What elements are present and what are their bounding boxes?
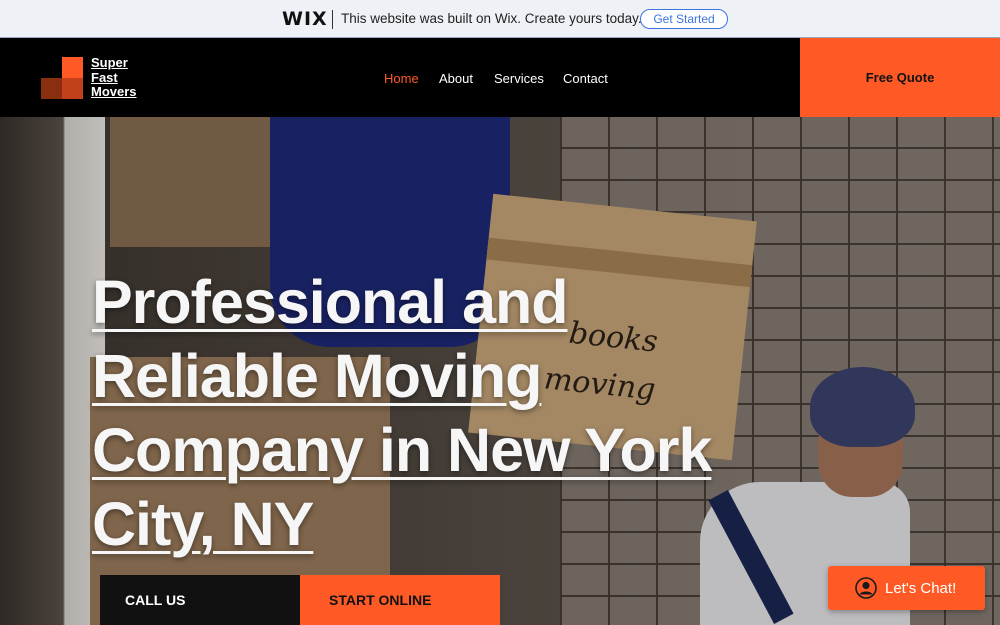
logo-line-3: Movers	[91, 84, 137, 99]
nav-item-about[interactable]: About	[439, 71, 473, 86]
wix-banner-message: This website was built on Wix. Create yo…	[341, 11, 642, 26]
user-icon	[855, 577, 877, 599]
logo-icon[interactable]	[41, 57, 83, 99]
headline-line-2: Reliable Moving	[92, 342, 542, 410]
hero-headline[interactable]: Professional and Reliable Moving Company…	[92, 265, 792, 561]
nav-item-contact[interactable]: Contact	[563, 71, 608, 86]
chat-label: Let's Chat!	[885, 579, 957, 597]
banner-divider	[332, 10, 333, 29]
headline-line-4: City, NY	[92, 490, 314, 558]
wix-banner: WIX This website was built on Wix. Creat…	[0, 0, 1000, 38]
headline-line-3: Company in New York	[92, 416, 712, 484]
logo-line-2: Fast	[91, 69, 118, 85]
site-logo-text[interactable]: Super Fast Movers	[91, 55, 137, 100]
logo-line-1: Super	[91, 55, 128, 70]
site-header: Super Fast Movers Home About Services Co…	[0, 38, 1000, 117]
call-us-button[interactable]: CALL US	[100, 575, 300, 625]
wix-logo[interactable]: WIX	[282, 8, 328, 30]
headline-line-1: Professional and	[92, 268, 569, 336]
hero-section: books moving Professional and Reliable M…	[0, 117, 1000, 625]
free-quote-button[interactable]: Free Quote	[800, 38, 1000, 117]
lets-chat-button[interactable]: Let's Chat!	[828, 566, 985, 610]
nav-item-home[interactable]: Home	[384, 71, 419, 86]
start-online-button[interactable]: START ONLINE	[300, 575, 500, 625]
get-started-button[interactable]: Get Started	[640, 9, 728, 29]
nav-item-services[interactable]: Services	[494, 71, 544, 86]
